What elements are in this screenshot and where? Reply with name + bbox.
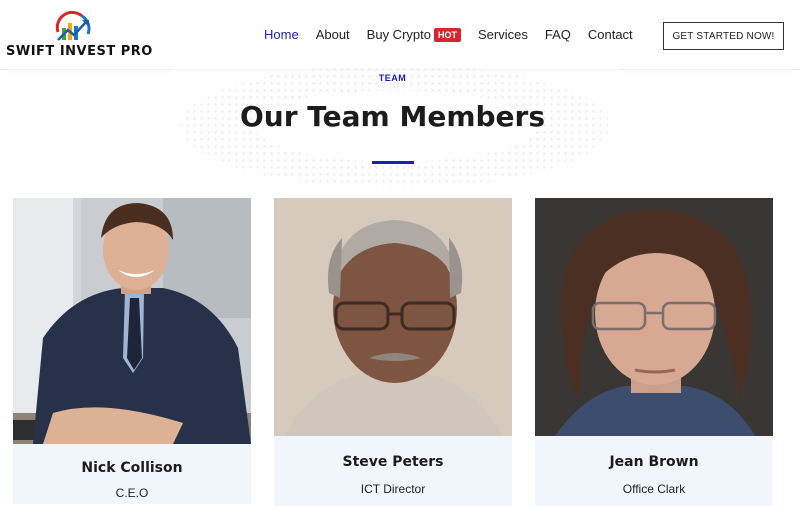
nav-about[interactable]: About [316,27,350,42]
nav-contact[interactable]: Contact [588,27,633,42]
member-role: C.E.O [115,486,149,500]
member-info: Nick Collison C.E.O [13,444,251,504]
section-tag: TEAM [378,73,407,83]
get-started-button[interactable]: GET STARTED NOW! [663,22,784,50]
member-info: Jean Brown Office Clark [535,436,773,506]
nav-home[interactable]: Home [264,27,299,42]
title-underline [372,161,414,164]
team-card[interactable]: Nick Collison C.E.O [13,198,251,504]
nav-buy-crypto[interactable]: Buy Crypto HOT [367,27,461,42]
member-role: ICT Director [360,482,426,496]
member-photo [13,198,251,444]
site-header: SWIFT INVEST PRO Home About Buy Crypto H… [0,0,800,70]
nav-buy-crypto-label: Buy Crypto [366,27,431,42]
nav-services[interactable]: Services [478,27,528,42]
brand-logo[interactable]: SWIFT INVEST PRO [6,10,152,62]
member-name: Jean Brown [609,454,699,470]
member-info: Steve Peters ICT Director [274,436,512,506]
chart-arrow-logo-icon [55,10,91,41]
section-title: Our Team Members [239,100,546,133]
member-name: Steve Peters [342,454,444,470]
hot-badge: HOT [433,27,461,42]
member-role: Office Clark [622,482,686,496]
team-card[interactable]: Steve Peters ICT Director [274,198,512,506]
brand-name: SWIFT INVEST PRO [6,44,153,59]
member-name: Nick Collison [81,460,183,476]
member-photo [535,198,773,436]
main-nav: Home About Buy Crypto HOT Services FAQ C… [264,27,650,42]
team-card[interactable]: Jean Brown Office Clark [535,198,773,506]
member-photo [274,198,512,436]
nav-faq[interactable]: FAQ [545,27,571,42]
